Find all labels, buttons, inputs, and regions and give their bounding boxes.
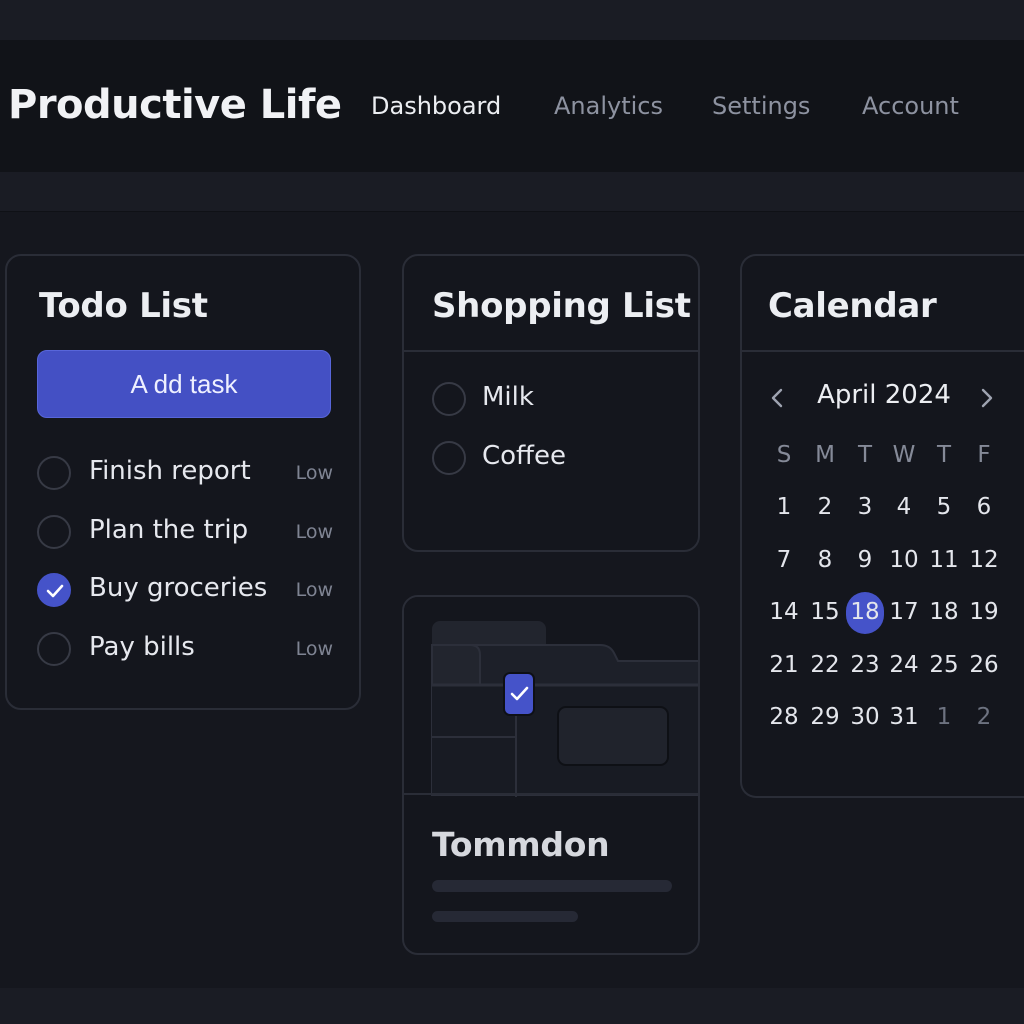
folder-illustration — [404, 597, 698, 797]
nav-analytics[interactable]: Analytics — [554, 92, 663, 120]
calendar-day[interactable]: 29 — [805, 704, 845, 730]
todo-item-label: Pay bills — [89, 632, 195, 662]
divider — [404, 350, 698, 352]
priority-label: Low — [295, 579, 333, 601]
calendar-day[interactable]: 15 — [805, 599, 845, 625]
calendar-weekday: F — [977, 442, 991, 468]
chevron-right-icon[interactable] — [972, 380, 1002, 416]
calendar-day[interactable]: 26 — [964, 652, 1004, 678]
shopping-checkbox[interactable] — [432, 441, 466, 475]
calendar-day[interactable]: 23 — [845, 652, 885, 678]
calendar-day[interactable]: 11 — [924, 547, 964, 573]
divider — [404, 793, 698, 795]
shopping-checkbox[interactable] — [432, 382, 466, 416]
calendar-day[interactable]: 2 — [964, 704, 1004, 730]
todo-item-label: Plan the trip — [89, 515, 249, 545]
project-card[interactable]: Tommdon — [402, 595, 700, 955]
shopping-item: Coffee — [432, 439, 672, 479]
shopping-item-label: Milk — [482, 382, 534, 412]
calendar-day[interactable]: 28 — [764, 704, 804, 730]
shopping-item: Milk — [432, 380, 672, 420]
todo-item-label: Finish report — [89, 456, 251, 486]
calendar-day[interactable]: 4 — [884, 494, 924, 520]
calendar-day[interactable]: 22 — [805, 652, 845, 678]
calendar-day[interactable]: 8 — [805, 547, 845, 573]
todo-item: Plan the trip Low — [37, 513, 333, 553]
check-icon — [46, 584, 64, 598]
calendar-day[interactable]: 3 — [845, 494, 885, 520]
calendar-day[interactable]: 9 — [845, 547, 885, 573]
calendar-day[interactable]: 14 — [764, 599, 804, 625]
shopping-title: Shopping List — [432, 286, 691, 326]
calendar-day[interactable]: 24 — [884, 652, 924, 678]
calendar-day[interactable]: 17 — [884, 599, 924, 625]
shopping-item-label: Coffee — [482, 441, 566, 471]
top-strip — [0, 0, 1024, 40]
calendar-day[interactable]: 2 — [805, 494, 845, 520]
todo-item-label: Buy groceries — [89, 573, 268, 603]
calendar-day[interactable]: 31 — [884, 704, 924, 730]
todo-item: Buy groceries Low — [37, 571, 333, 611]
bottom-strip — [0, 988, 1024, 1024]
calendar-day[interactable]: 12 — [964, 547, 1004, 573]
todo-title: Todo List — [39, 286, 208, 326]
calendar-day[interactable]: 19 — [964, 599, 1004, 625]
calendar-weekday: W — [892, 442, 916, 468]
project-title: Tommdon — [432, 825, 610, 864]
calendar-weekday: T — [857, 442, 873, 468]
calendar-day[interactable]: 18 — [924, 599, 964, 625]
placeholder-line — [432, 880, 672, 892]
calendar-title: Calendar — [768, 286, 937, 326]
calendar-card: Calendar April 2024 S M T W T F 1 2 3 4 5 6 7 8 9 10 11 1… — [740, 254, 1024, 798]
priority-label: Low — [295, 638, 333, 660]
todo-checkbox-checked[interactable] — [37, 573, 71, 607]
divider — [742, 350, 1024, 352]
calendar-weekday: S — [776, 442, 792, 468]
calendar-day-selected[interactable]: 18 — [845, 599, 885, 625]
calendar-day[interactable]: 1 — [764, 494, 804, 520]
priority-label: Low — [295, 521, 333, 543]
app-header: Productive Life Dashboard Analytics Sett… — [0, 40, 1024, 172]
calendar-day[interactable]: 25 — [924, 652, 964, 678]
calendar-day[interactable]: 10 — [884, 547, 924, 573]
calendar-day[interactable]: 5 — [924, 494, 964, 520]
calendar-day[interactable]: 21 — [764, 652, 804, 678]
todo-checkbox[interactable] — [37, 515, 71, 549]
todo-checkbox[interactable] — [37, 456, 71, 490]
todo-checkbox[interactable] — [37, 632, 71, 666]
nav-dashboard[interactable]: Dashboard — [371, 92, 501, 120]
calendar-day[interactable]: 30 — [845, 704, 885, 730]
nav-settings[interactable]: Settings — [712, 92, 810, 120]
add-task-button[interactable]: A dd task — [37, 350, 331, 418]
app-title: Productive Life — [8, 82, 342, 128]
calendar-weekday: M — [815, 442, 835, 468]
calendar-day[interactable]: 7 — [764, 547, 804, 573]
todo-item: Finish report Low — [37, 454, 333, 494]
nav-account[interactable]: Account — [862, 92, 959, 120]
shopping-card: Shopping List Milk Coffee — [402, 254, 700, 552]
calendar-day[interactable]: 6 — [964, 494, 1004, 520]
toolbar-strip — [0, 172, 1024, 212]
priority-label: Low — [295, 462, 333, 484]
todo-card: Todo List A dd task Finish report Low Pl… — [5, 254, 361, 710]
calendar-day[interactable]: 1 — [924, 704, 964, 730]
placeholder-line — [432, 911, 578, 922]
calendar-weekday: T — [936, 442, 952, 468]
todo-item: Pay bills Low — [37, 630, 333, 670]
